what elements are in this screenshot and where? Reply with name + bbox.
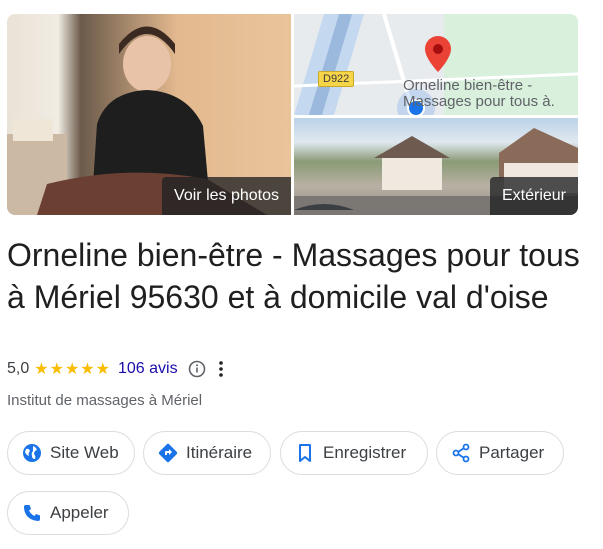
- exterior-photo[interactable]: Extérieur: [294, 118, 578, 215]
- photo-gallery: Voir les photos D922 Orneline bien-être …: [7, 14, 578, 215]
- map-place-label-line2: Massages pour tous à.: [403, 93, 555, 110]
- map-place-label: Orneline bien-être - Massages pour tous …: [403, 78, 555, 110]
- directions-icon: [158, 443, 178, 463]
- map-pin-icon: [425, 36, 451, 72]
- bookmark-icon: [299, 444, 311, 462]
- exterior-label[interactable]: Extérieur: [489, 177, 578, 215]
- road-label: D922: [318, 71, 355, 87]
- reviews-link[interactable]: 106 avis: [118, 360, 178, 378]
- save-label: Enregistrer: [323, 443, 407, 462]
- rating-row: 5,0 ★★★★★ 106 avis: [7, 358, 224, 380]
- directions-button[interactable]: Itinéraire: [143, 431, 271, 475]
- globe-icon: [23, 444, 41, 462]
- see-photos-label[interactable]: Voir les photos: [162, 177, 291, 215]
- share-label: Partager: [479, 443, 545, 462]
- main-photo[interactable]: Voir les photos: [7, 14, 291, 215]
- share-icon: [452, 443, 470, 463]
- phone-icon: [24, 505, 40, 521]
- call-label: Appeler: [50, 503, 109, 522]
- save-button[interactable]: Enregistrer: [280, 431, 428, 475]
- place-category: Institut de massages à Mériel: [7, 392, 203, 409]
- website-button[interactable]: Site Web: [7, 431, 135, 475]
- directions-label: Itinéraire: [186, 443, 253, 462]
- share-button[interactable]: Partager: [436, 431, 564, 475]
- info-icon[interactable]: [188, 360, 206, 378]
- map-thumbnail[interactable]: D922 Orneline bien-être - Massages pour …: [294, 14, 578, 115]
- more-options-icon[interactable]: [218, 360, 224, 378]
- website-label: Site Web: [50, 443, 119, 462]
- place-title: Orneline bien-être - Massages pour tous …: [7, 237, 580, 315]
- star-rating: ★★★★★: [34, 361, 111, 378]
- rating-value: 5,0: [7, 360, 30, 377]
- call-button[interactable]: Appeler: [7, 491, 129, 535]
- map-place-label-line1: Orneline bien-être -: [403, 77, 533, 94]
